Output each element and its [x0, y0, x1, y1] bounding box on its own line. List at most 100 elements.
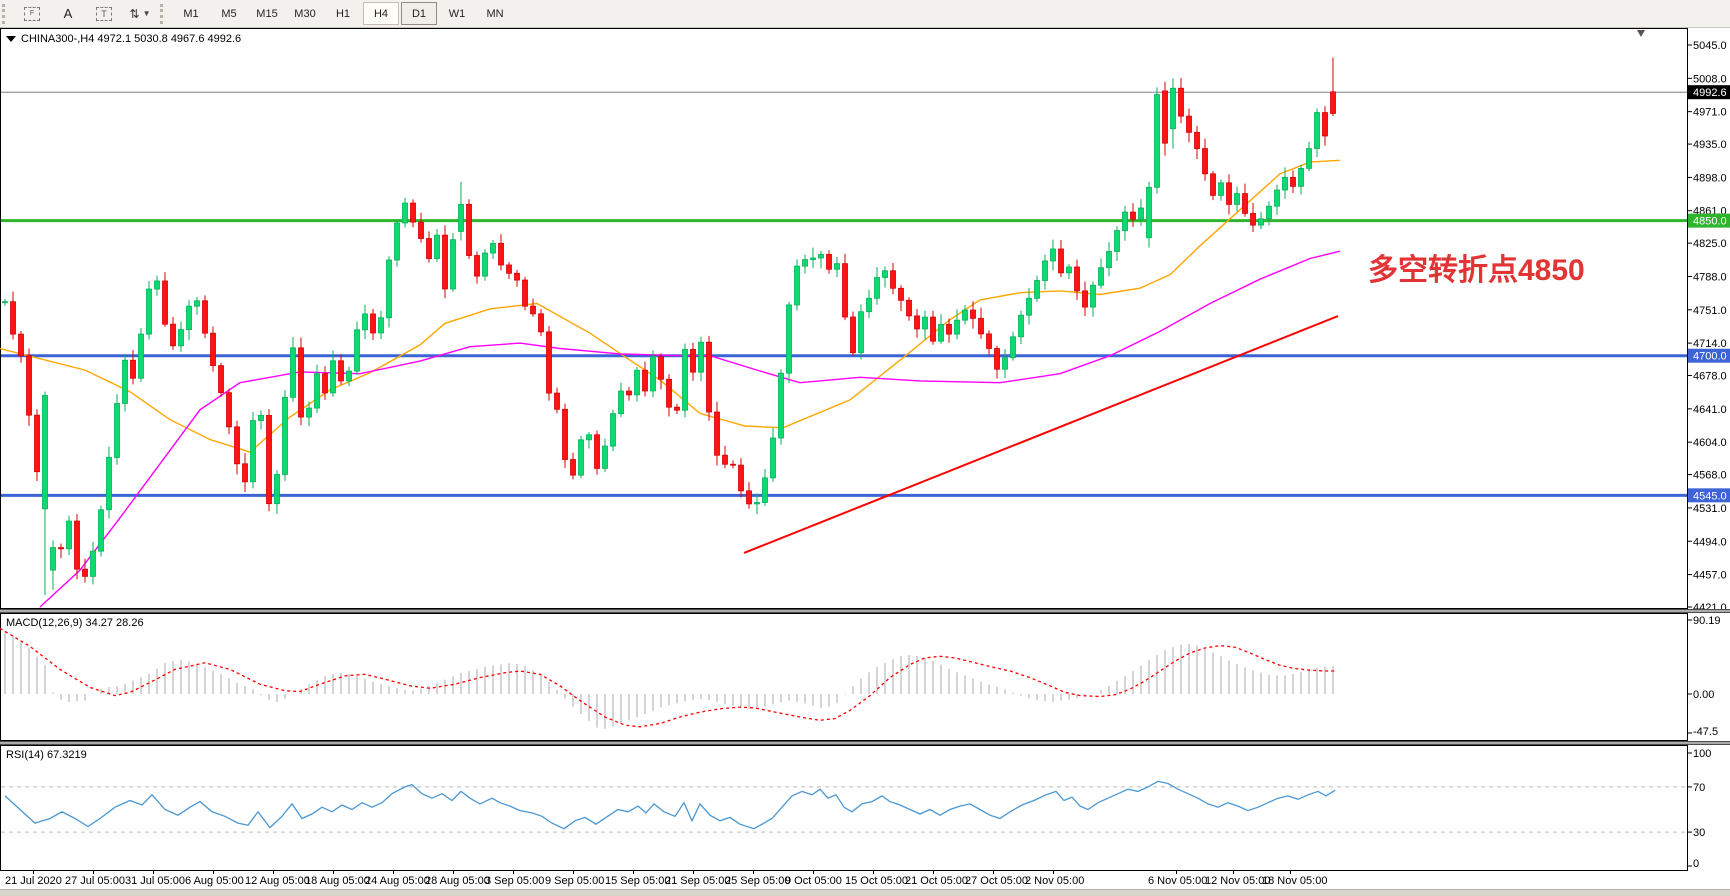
timeframe-button-mn[interactable]: MN	[477, 2, 513, 25]
timeframe-button-h4[interactable]: H4	[363, 2, 399, 25]
candle-body	[963, 310, 968, 320]
candle-body	[219, 366, 224, 393]
time-axis[interactable]: 21 Jul 202027 Jul 05:0031 Jul 05:006 Aug…	[0, 871, 1730, 889]
time-tick	[933, 871, 934, 874]
price-tick-label: 4604.0	[1693, 437, 1727, 449]
candle-body	[75, 521, 80, 569]
candle-body	[11, 302, 16, 334]
price-tick-label: 4421.0	[1693, 602, 1727, 609]
macd-axis-label: -47.5	[1693, 726, 1718, 738]
price-chart-panel[interactable]: 5045.05008.04971.04935.04898.04861.04825…	[0, 28, 1730, 609]
candle-body	[147, 289, 152, 334]
time-label: 24 Aug 05:00	[365, 875, 430, 887]
window-bottom-strip	[0, 889, 1730, 896]
candle-body	[315, 374, 320, 408]
candle-body	[1163, 91, 1168, 143]
rsi-panel[interactable]: 10070300RSI(14) 67.3219	[0, 745, 1730, 871]
candle-body	[1275, 190, 1280, 206]
candle-body	[451, 240, 456, 289]
candle-body	[211, 333, 216, 365]
toolbar-drag-handle[interactable]	[160, 4, 170, 24]
rsi-axis-label: 70	[1693, 782, 1705, 794]
rsi-axis-label: 30	[1693, 827, 1705, 839]
time-tick	[1233, 871, 1234, 874]
candle-body	[35, 415, 40, 472]
candle-body	[267, 415, 272, 503]
candle-body	[691, 349, 696, 372]
price-tick-label: 4751.0	[1693, 305, 1727, 317]
toolbar-drag-handle[interactable]	[2, 4, 12, 24]
candle-body	[379, 318, 384, 333]
candle-body	[819, 254, 824, 258]
text-label-tool-button[interactable]: A	[51, 2, 85, 25]
price-level-box-label: 4850.0	[1693, 216, 1727, 228]
candle-body	[827, 254, 832, 269]
time-label: 9 Oct 05:00	[785, 875, 842, 887]
candle-body	[187, 306, 192, 329]
time-label: 21 Oct 05:00	[905, 875, 968, 887]
timeframe-button-m15[interactable]: M15	[249, 2, 285, 25]
candle-body	[947, 324, 952, 334]
time-label: 27 Oct 05:00	[965, 875, 1028, 887]
text-box-tool-button[interactable]: T	[87, 2, 121, 25]
timeframe-button-d1[interactable]: D1	[401, 2, 437, 25]
time-tick	[1176, 871, 1177, 874]
candle-body	[131, 360, 136, 378]
price-level-box-label: 4700.0	[1693, 351, 1727, 363]
time-tick	[573, 871, 574, 874]
candle-body	[803, 260, 808, 267]
time-label: 2 Nov 05:00	[1025, 875, 1084, 887]
candle-body	[907, 300, 912, 316]
timeframe-button-h1[interactable]: H1	[325, 2, 361, 25]
candle-body	[843, 264, 848, 317]
time-tick	[1290, 871, 1291, 874]
candle-body	[619, 391, 624, 414]
candle-body	[67, 521, 72, 549]
candle-body	[43, 395, 48, 508]
annotation-text[interactable]: 多空转折点4850	[1368, 254, 1585, 287]
candle-body	[499, 243, 504, 265]
time-tick	[453, 871, 454, 874]
candle-body	[291, 348, 296, 398]
time-tick	[93, 871, 94, 874]
price-tick-label: 4568.0	[1693, 470, 1727, 482]
candle-body	[475, 256, 480, 277]
candle-body	[83, 569, 88, 576]
price-tick-label: 5045.0	[1693, 40, 1727, 52]
candle-body	[1227, 183, 1232, 205]
candle-body	[1235, 194, 1240, 205]
price-tick-label: 4714.0	[1693, 338, 1727, 350]
candle-body	[683, 349, 688, 410]
timeframe-button-m5[interactable]: M5	[211, 2, 247, 25]
time-label: 6 Nov 05:00	[1148, 875, 1207, 887]
candle-body	[419, 222, 424, 238]
macd-panel[interactable]: 90.190.00-47.5MACD(12,26,9) 34.27 28.26	[0, 613, 1730, 741]
chart-title: CHINA300-,H4 4972.1 5030.8 4967.6 4992.6	[21, 33, 241, 45]
price-tick-label: 4825.0	[1693, 238, 1727, 250]
plot-border	[1, 746, 1688, 871]
time-tick	[33, 871, 34, 874]
grid-f-tool-button[interactable]: F	[15, 2, 49, 25]
time-tick	[993, 871, 994, 874]
candle-body	[1283, 177, 1288, 190]
candle-body	[363, 314, 368, 330]
current-price-box-label: 4992.6	[1693, 87, 1727, 99]
candle-body	[467, 204, 472, 255]
candle-body	[1019, 315, 1024, 337]
candle-body	[203, 301, 208, 333]
candle-body	[1059, 249, 1064, 273]
candle-body	[1259, 219, 1264, 225]
candle-body	[171, 324, 176, 346]
candle-body	[555, 393, 560, 409]
time-label: 21 Sep 05:00	[665, 875, 730, 887]
cursor-tool-dropdown[interactable]: ⇅ ▼	[123, 2, 157, 25]
candle-body	[747, 491, 752, 504]
timeframe-button-w1[interactable]: W1	[439, 2, 475, 25]
timeframe-button-m30[interactable]: M30	[287, 2, 323, 25]
candle-body	[955, 320, 960, 334]
time-label: 31 Jul 05:00	[125, 875, 185, 887]
timeframe-button-m1[interactable]: M1	[173, 2, 209, 25]
time-tick	[333, 871, 334, 874]
time-label: 25 Sep 05:00	[725, 875, 790, 887]
time-tick	[633, 871, 634, 874]
